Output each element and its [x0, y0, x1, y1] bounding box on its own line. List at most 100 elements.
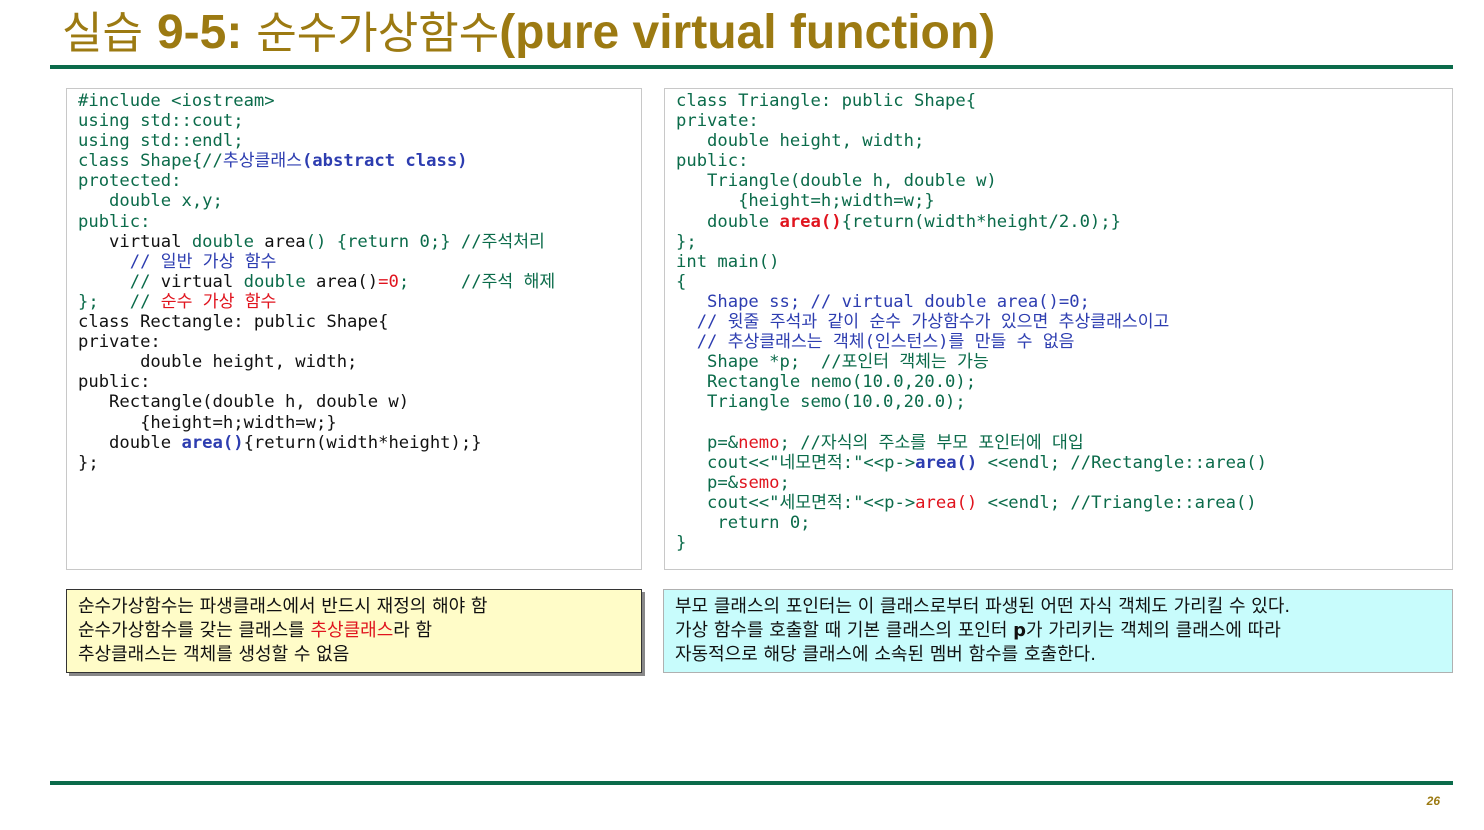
- code-token: };: [78, 452, 99, 473]
- code-line: class Rectangle: public Shape{: [78, 312, 641, 332]
- code-token: class Rectangle: public Shape{: [78, 312, 389, 333]
- code-token: nemo: [738, 432, 780, 453]
- note-right-line-3: 자동적으로 해당 클래스에 소속된 멤버 함수를 호출한다.: [675, 644, 1096, 665]
- title-korean: 순수가상함수: [242, 8, 500, 59]
- code-token: semo: [738, 472, 780, 493]
- code-token: ;: [779, 472, 790, 493]
- code-token: area(): [915, 492, 978, 513]
- note-left-highlight: 추상클래스: [310, 620, 394, 641]
- code-line: public:: [676, 151, 1452, 171]
- code-token: <<endl; //Triangle::area(): [977, 492, 1257, 513]
- note-right-line-1: 부모 클래스의 포인터는 이 클래스로부터 파생된 어떤 자식 객체도 가리킬 …: [675, 596, 1291, 617]
- code-token: }; //: [78, 291, 161, 312]
- code-token: () {return 0;} //주석처리: [305, 231, 545, 252]
- code-token: public:: [676, 151, 749, 172]
- code-line: virtual double area() {return 0;} //주석처리: [78, 232, 641, 252]
- note-base-pointer: 부모 클래스의 포인터는 이 클래스로부터 파생된 어떤 자식 객체도 가리킬 …: [663, 589, 1453, 673]
- code-token: #include <iostream>: [78, 91, 275, 111]
- code-token: ; //자식의 주소를 부모 포인터에 대입: [779, 432, 1084, 453]
- code-token: public:: [78, 372, 151, 393]
- code-token: // 일반 가상 함수: [78, 251, 277, 272]
- code-token: //: [78, 271, 161, 292]
- note-abstract-class: 순수가상함수는 파생클래스에서 반드시 재정의 해야 함 순수가상함수를 갖는 …: [66, 589, 642, 673]
- code-line: private:: [676, 111, 1452, 131]
- code-line: double area(){return(width*height);}: [78, 433, 641, 453]
- code-line: Triangle semo(10.0,20.0);: [676, 392, 1452, 412]
- code-token: virtual: [160, 271, 244, 292]
- code-line: int main(): [676, 252, 1452, 272]
- code-token: <<endl; //Rectangle::area(): [977, 452, 1268, 473]
- code-token: cout<<"세모면적:"<<p->: [676, 492, 916, 513]
- code-line: #include <iostream>: [78, 91, 641, 111]
- code-line: }: [676, 533, 1452, 553]
- code-line: private:: [78, 332, 641, 352]
- code-line: Rectangle(double h, double w): [78, 392, 641, 412]
- code-line: p=&nemo; //자식의 주소를 부모 포인터에 대입: [676, 433, 1452, 453]
- code-line: {height=h;width=w;}: [676, 191, 1452, 211]
- code-token: ; //주석 해제: [398, 271, 556, 292]
- code-token: double: [243, 271, 317, 292]
- code-line: using std::cout;: [78, 111, 641, 131]
- code-line: Rectangle nemo(10.0,20.0);: [676, 372, 1452, 392]
- code-line: p=&semo;: [676, 473, 1452, 493]
- code-token: {return(width*height);}: [243, 432, 482, 453]
- note-right-pointer-var: p: [1013, 620, 1027, 641]
- code-token: 추상클래스: [222, 151, 302, 172]
- title-number: 9-5:: [156, 6, 243, 59]
- note-right-line-2-tail: 가 가리키는 객체의 클래스에 따라: [1026, 620, 1281, 641]
- note-right-line-2-text: 가상 함수를 호출할 때 기본 클래스의 포인터: [675, 620, 1014, 641]
- code-line: };: [676, 232, 1452, 252]
- code-line: // virtual double area()=0; //주석 해제: [78, 272, 641, 292]
- code-token: private:: [676, 111, 759, 132]
- code-token: p=&: [676, 432, 739, 453]
- code-line: double height, width;: [78, 352, 641, 372]
- code-line: // 윗줄 주석과 같이 순수 가상함수가 있으면 추상클래스이고: [676, 312, 1452, 332]
- slide-title: 실습 9-5: 순수가상함수(pure virtual function): [62, 2, 995, 64]
- code-token: area(): [181, 432, 244, 453]
- code-token: Rectangle(double h, double w): [78, 392, 410, 413]
- page-number: 26: [1426, 794, 1440, 808]
- code-line: class Shape{//추상클래스(abstract class): [78, 151, 641, 171]
- code-token: double height, width;: [78, 352, 358, 373]
- note-left-line-2: 순수가상함수를 갖는 클래스를 추상클래스라 함: [78, 619, 630, 643]
- code-line: };: [78, 453, 641, 473]
- code-token: cout<<"네모면적:"<<p->: [676, 452, 916, 473]
- code-token: area(): [779, 211, 842, 232]
- code-line: class Triangle: public Shape{: [676, 91, 1452, 111]
- code-token: (abstract class): [301, 151, 468, 172]
- code-token: Triangle semo(10.0,20.0);: [676, 392, 966, 413]
- code-token: {height=h;width=w;}: [676, 191, 935, 212]
- note-left-line-3: 추상클래스는 객체를 생성할 수 없음: [78, 644, 350, 665]
- code-token: 순수 가상 함수: [160, 291, 277, 312]
- code-token: public:: [78, 211, 151, 232]
- code-token: p=&: [676, 472, 739, 493]
- code-line: using std::endl;: [78, 131, 641, 151]
- code-line: cout<<"네모면적:"<<p->area() <<endl; //Recta…: [676, 453, 1452, 473]
- code-token: Triangle(double h, double w): [676, 171, 997, 192]
- code-token: {height=h;width=w;}: [78, 412, 337, 433]
- code-token: Shape *p; //포인터 객체는 가능: [676, 352, 989, 373]
- code-line: cout<<"세모면적:"<<p->area() <<endl; //Trian…: [676, 493, 1452, 513]
- note-left-line-2-text: 순수가상함수를 갖는 클래스를: [78, 620, 311, 641]
- code-token: int main(): [676, 251, 780, 272]
- code-line: double x,y;: [78, 191, 641, 211]
- top-divider: [50, 65, 1453, 69]
- code-panel-shape-rectangle: #include <iostream> using std::cout; using…: [66, 88, 642, 570]
- code-token: Shape ss; // virtual double area()=0;: [676, 291, 1090, 312]
- code-token: double: [191, 231, 265, 252]
- code-token: virtual: [78, 231, 192, 252]
- code-token: class Shape{//: [78, 151, 223, 172]
- code-line: return 0;: [676, 513, 1452, 533]
- code-token: {return(width*height/2.0);}: [841, 211, 1121, 232]
- bottom-divider: [50, 781, 1453, 785]
- code-token: double: [78, 432, 182, 453]
- code-line: Shape ss; // virtual double area()=0;: [676, 292, 1452, 312]
- code-token: area: [264, 231, 306, 252]
- code-token: class Triangle: public Shape{: [676, 91, 977, 111]
- code-token: // 추상클래스는 객체(인스턴스)를 만들 수 없음: [676, 332, 1075, 353]
- note-right-line-2: 가상 함수를 호출할 때 기본 클래스의 포인터 p가 가리키는 객체의 클래스…: [675, 619, 1441, 643]
- code-token: {: [676, 271, 687, 292]
- code-token: double x,y;: [78, 191, 223, 212]
- title-english: (pure virtual function): [499, 6, 996, 59]
- code-panel-triangle-main: class Triangle: public Shape{private: do…: [664, 88, 1453, 570]
